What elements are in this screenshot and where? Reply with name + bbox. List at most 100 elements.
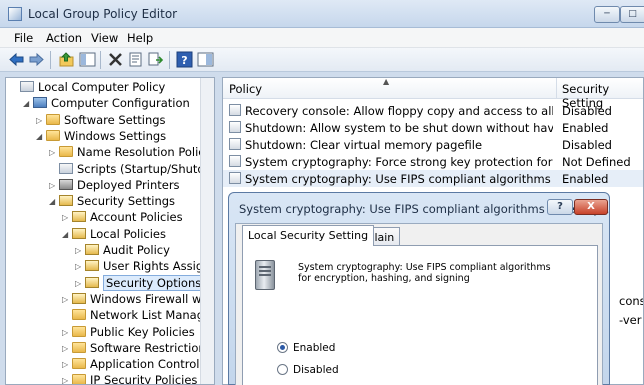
table-row[interactable]: Shutdown: Clear virtual memory pagefile D… (223, 136, 643, 153)
tree-item[interactable]: ◢ Local Policies (62, 227, 166, 243)
tree-item[interactable]: ▷ Audit Policy (75, 243, 170, 259)
delete-icon[interactable] (107, 51, 124, 68)
tree-item-label: Local Computer Policy (38, 80, 166, 94)
tree-item[interactable]: Local Computer Policy (10, 80, 165, 96)
collapsed-arrow-icon[interactable]: ▷ (75, 279, 85, 288)
collapsed-arrow-icon[interactable]: ▷ (62, 328, 72, 337)
tree-item[interactable]: ▷ Name Resolution Policy (49, 145, 211, 161)
export-list-icon[interactable] (147, 51, 164, 68)
security-setting-value: Disabled (562, 138, 612, 152)
policy-name: System cryptography: Force strong key pr… (245, 155, 553, 169)
lock-icon (85, 260, 99, 272)
folder-icon (46, 113, 60, 125)
collapsed-arrow-icon[interactable]: ▷ (75, 262, 85, 271)
expanded-arrow-icon[interactable]: ◢ (23, 99, 33, 108)
disabled-radio[interactable]: Disabled (277, 364, 339, 376)
toolbar-separator (100, 51, 101, 69)
tree-item-label: Scripts (Startup/Shutdown) (77, 161, 214, 176)
tree-item[interactable]: ▷ IP Security Policies on Local Computer (62, 373, 214, 385)
tree-item[interactable]: ▷ Windows Firewall with Advanced Security (62, 291, 214, 308)
policy-properties-dialog: System cryptography: Use FIPS compliant … (228, 192, 610, 385)
table-row[interactable]: System cryptography: Force strong key pr… (223, 153, 643, 170)
tree-item-label: IP Security Policies on Local Computer (90, 373, 214, 385)
collapsed-arrow-icon[interactable]: ▷ (49, 148, 59, 157)
expanded-arrow-icon[interactable]: ◢ (49, 197, 59, 206)
tree-item[interactable]: ▷ Deployed Printers (49, 178, 180, 194)
up-folder-icon[interactable] (58, 51, 75, 68)
dialog-close-button[interactable]: X (574, 199, 608, 215)
tree-item-label: Account Policies (90, 210, 183, 225)
collapsed-arrow-icon[interactable]: ▷ (62, 213, 72, 222)
enabled-radio-indicator[interactable] (277, 342, 288, 353)
tree-item[interactable]: Network List Manager Policies (62, 308, 214, 324)
tab-local-security-setting[interactable]: Local Security Setting (242, 225, 375, 246)
table-row[interactable]: System cryptography: Use FIPS compliant … (223, 170, 643, 187)
server-icon (255, 260, 275, 290)
tree-scrollbar[interactable] (200, 78, 214, 384)
toolbar-separator (50, 51, 51, 69)
tree-item[interactable]: ▷ User Rights Assignment (75, 259, 214, 275)
policy-item-icon (229, 104, 241, 116)
policy-editor-icon (8, 7, 22, 21)
disabled-radio-indicator[interactable] (277, 364, 288, 375)
policy-name: Shutdown: Clear virtual memory pagefile (245, 138, 483, 152)
title-bar: Local Group Policy Editor ─ □ (0, 0, 644, 28)
lock-icon (72, 227, 86, 239)
enabled-radio-label: Enabled (293, 342, 336, 354)
help-icon[interactable]: ? (176, 51, 193, 68)
maximize-button[interactable]: □ (620, 6, 644, 23)
tree-item[interactable]: ▷ Account Policies (62, 210, 183, 226)
folder-icon (72, 374, 86, 384)
clipped-policy-text: -ver (619, 313, 642, 327)
tree-item[interactable]: ◢ Computer Configuration (23, 96, 190, 112)
forward-arrow-icon[interactable] (28, 51, 45, 68)
back-arrow-icon[interactable] (8, 51, 25, 68)
tree-item[interactable]: Scripts (Startup/Shutdown) (49, 161, 214, 178)
collapsed-arrow-icon[interactable]: ▷ (49, 181, 59, 190)
tree-item-label: Security Settings (77, 194, 176, 209)
tree-item-label: Windows Settings (64, 128, 167, 143)
dialog-help-button[interactable]: ? (547, 199, 573, 215)
security-setting-value: Enabled (562, 172, 609, 186)
column-header-policy[interactable]: Policy (229, 82, 262, 96)
collapsed-arrow-icon[interactable]: ▷ (62, 295, 72, 304)
expanded-arrow-icon[interactable]: ◢ (36, 132, 46, 141)
minimize-button[interactable]: ─ (594, 6, 620, 23)
lock-icon (59, 195, 73, 207)
tree-item[interactable]: ▷ Security Options (75, 274, 205, 292)
security-setting-value: Not Defined (562, 155, 631, 169)
collapsed-arrow-icon[interactable]: ▷ (62, 360, 72, 369)
properties-icon[interactable] (127, 51, 144, 68)
tree-item[interactable]: ▷ Software Restriction Policies (62, 341, 214, 357)
collapsed-arrow-icon[interactable]: ▷ (62, 376, 72, 384)
expanded-arrow-icon[interactable]: ◢ (62, 230, 72, 239)
disabled-radio-label: Disabled (293, 364, 339, 376)
table-row[interactable]: Recovery console: Allow floppy copy and … (223, 102, 643, 119)
column-divider[interactable] (556, 78, 557, 99)
collapsed-arrow-icon[interactable]: ▷ (36, 116, 46, 125)
collapsed-arrow-icon[interactable]: ▷ (75, 246, 85, 255)
show-hide-tree-icon[interactable] (79, 51, 96, 68)
tree-item-label: User Rights Assignment (103, 259, 214, 274)
tree-item-label: Local Policies (90, 226, 166, 241)
tree-item[interactable]: ▷ Application Control Policies (62, 357, 214, 373)
view-pane-icon[interactable] (197, 51, 214, 68)
collapsed-arrow-icon[interactable]: ▷ (62, 344, 72, 353)
tree-item[interactable]: ◢ Windows Settings (36, 129, 166, 145)
menu-view[interactable]: View (91, 31, 118, 45)
tree-item-label: Windows Firewall with Advanced Security (90, 291, 214, 306)
table-row[interactable]: Shutdown: Allow system to be shut down w… (223, 119, 643, 136)
tree-item[interactable]: ◢ Security Settings (49, 194, 175, 210)
folder-icon (72, 325, 86, 337)
menu-help[interactable]: Help (127, 31, 153, 45)
console-tree[interactable]: Local Computer Policy ◢ Computer Configura… (5, 77, 215, 385)
menu-action[interactable]: Action (46, 31, 82, 45)
tree-item[interactable]: ▷ Public Key Policies (62, 325, 195, 341)
menu-file[interactable]: File (14, 31, 33, 45)
tree-item-label: Application Control Policies (90, 357, 214, 372)
folder-icon (72, 358, 86, 370)
toolbar-separator (169, 51, 170, 69)
enabled-radio[interactable]: Enabled (277, 342, 335, 354)
tree-item-label: Software Settings (64, 112, 166, 127)
tree-item[interactable]: ▷ Software Settings (36, 113, 166, 129)
